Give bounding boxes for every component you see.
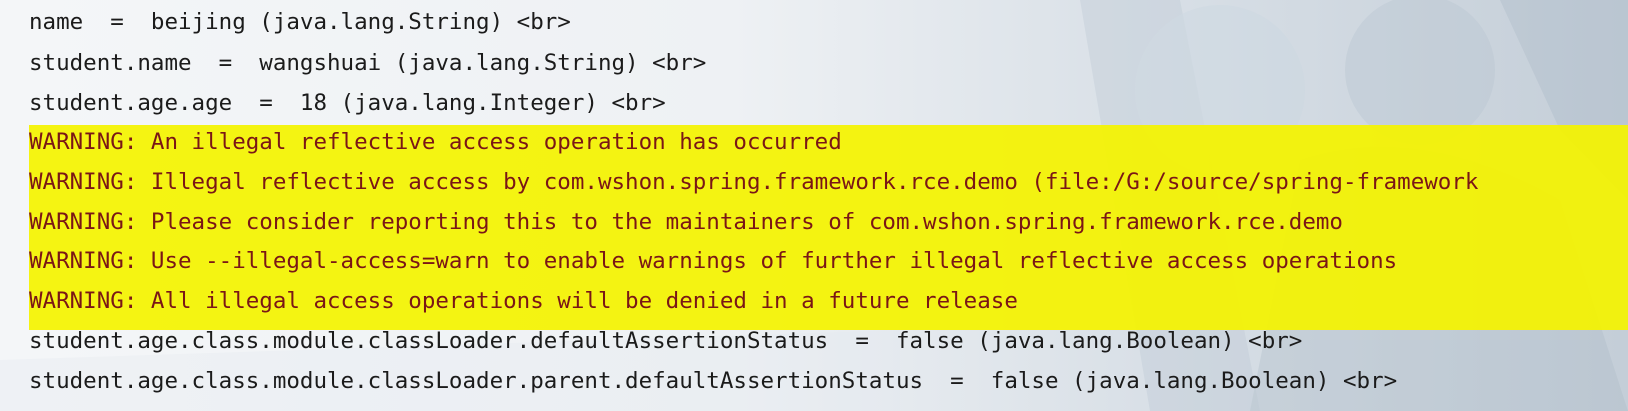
warning-text: WARNING: Illegal reflective access by co… [29, 169, 1479, 195]
console-line-text: student.age.age = 18 (java.lang.Integer)… [29, 90, 666, 116]
warning-text: WARNING: Please consider reporting this … [29, 209, 1343, 235]
console-line-warning-future-release: WARNING: All illegal access operations w… [0, 281, 1628, 322]
console-line-text: student.age.class.module.classLoader.def… [29, 328, 1303, 354]
console-line-warning-reporting: WARNING: Please consider reporting this … [0, 202, 1628, 243]
run-console-output[interactable]: name = beijing (java.lang.String) <br> s… [0, 0, 1628, 411]
console-line-warning-illegal-access-flag: WARNING: Use --illegal-access=warn to en… [0, 241, 1628, 282]
console-line-text: name = beijing (java.lang.String) <br> [29, 9, 571, 35]
console-line-warning-access-by: WARNING: Illegal reflective access by co… [0, 162, 1628, 203]
warning-text: WARNING: All illegal access operations w… [29, 288, 1018, 314]
console-line-warning-occurred: WARNING: An illegal reflective access op… [0, 122, 1628, 163]
console-line-text: student.age.class.module.classLoader.par… [29, 368, 1398, 394]
console-line-student-age: student.age.age = 18 (java.lang.Integer)… [0, 83, 1628, 124]
console-line-classloader-assertion: student.age.class.module.classLoader.def… [0, 321, 1628, 362]
console-line-text: student.name = wangshuai (java.lang.Stri… [29, 50, 707, 76]
console-line-parent-classloader-assertion: student.age.class.module.classLoader.par… [0, 361, 1628, 402]
warning-text: WARNING: Use --illegal-access=warn to en… [29, 248, 1398, 274]
console-line-name: name = beijing (java.lang.String) <br> [0, 2, 1628, 43]
warning-text: WARNING: An illegal reflective access op… [29, 129, 842, 155]
console-line-student-name: student.name = wangshuai (java.lang.Stri… [0, 43, 1628, 84]
